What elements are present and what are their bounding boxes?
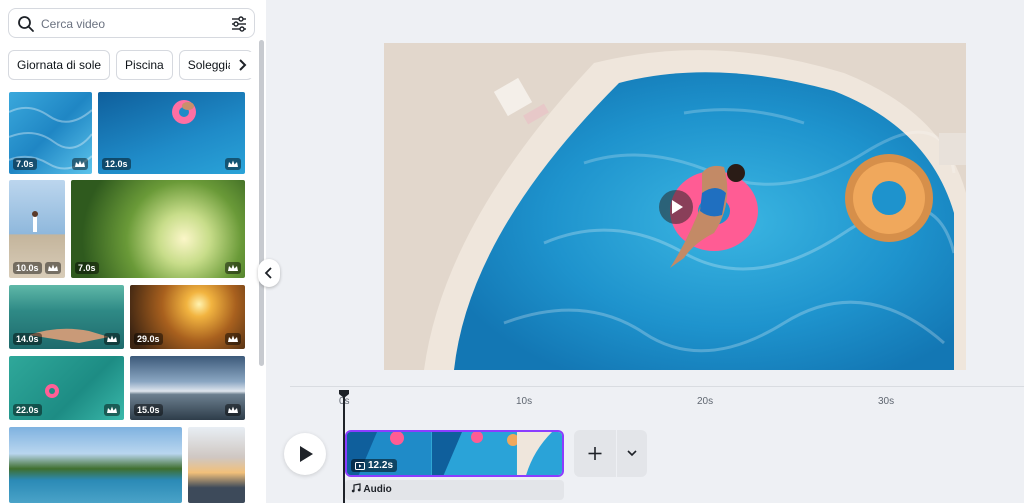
duration-badge: 14.0s <box>13 333 42 345</box>
duration-badge: 29.0s <box>134 333 163 345</box>
clip-duration-text: 12.2s <box>368 460 394 471</box>
collapse-panel-button[interactable] <box>258 259 280 287</box>
media-panel: Cerca video Giornata di sole Piscina Sol… <box>0 0 266 503</box>
duration-badge: 22.0s <box>13 404 42 416</box>
tick-label: 20s <box>697 396 714 407</box>
crown-icon <box>104 404 120 416</box>
tick-label: 30s <box>878 396 895 407</box>
video-thumbnail[interactable]: 10.0s <box>9 180 65 278</box>
chevron-left-icon <box>264 267 272 279</box>
crown-icon <box>225 333 241 345</box>
audio-track[interactable]: Audio <box>345 480 564 500</box>
plus-icon <box>588 447 602 460</box>
clip-duration-badge: 12.2s <box>351 459 398 472</box>
tick-label: 10s <box>516 396 533 407</box>
crown-icon <box>45 262 61 274</box>
video-thumbnail[interactable]: 22.0s <box>9 356 124 420</box>
play-icon <box>672 200 683 214</box>
video-thumbnail[interactable]: 7.0s <box>9 92 92 174</box>
search-bar[interactable]: Cerca video <box>8 8 255 38</box>
duration-badge: 15.0s <box>134 404 163 416</box>
chevron-right-icon[interactable] <box>230 52 256 78</box>
duration-badge: 7.0s <box>75 262 99 274</box>
add-options-button[interactable] <box>617 430 647 477</box>
crown-icon <box>225 262 241 274</box>
music-note-icon <box>351 483 361 493</box>
play-icon <box>300 446 313 462</box>
video-thumbnail[interactable]: 7.0s <box>71 180 245 278</box>
playhead[interactable] <box>343 392 345 503</box>
video-thumbnail[interactable]: 29.0s <box>130 285 245 349</box>
duration-badge: 7.0s <box>13 158 37 170</box>
play-button[interactable] <box>284 433 326 475</box>
video-thumbnail[interactable]: 14.0s <box>9 285 124 349</box>
video-clip[interactable]: 12.2s <box>345 430 564 477</box>
video-thumbnail[interactable]: 12.0s <box>98 92 245 174</box>
crown-icon <box>72 158 88 170</box>
preview-play-button[interactable] <box>659 190 693 224</box>
add-clip-button[interactable] <box>574 430 616 477</box>
chevron-down-icon <box>627 450 637 457</box>
crown-icon <box>225 158 241 170</box>
audio-label: Audio <box>363 484 392 495</box>
video-icon <box>355 461 365 470</box>
crown-icon <box>104 333 120 345</box>
crown-icon <box>225 404 241 416</box>
video-thumbnail[interactable]: 15.0s <box>130 356 245 420</box>
suggestion-chips: Giornata di sole Piscina Soleggiato <box>8 50 253 80</box>
search-input[interactable]: Cerca video <box>41 17 105 31</box>
video-thumbnail[interactable] <box>188 427 245 503</box>
video-thumbnail[interactable] <box>9 427 182 503</box>
timeline: 0s 10s 20s 30s 12.2s Audio <box>268 386 1024 503</box>
chip-piscina[interactable]: Piscina <box>116 50 173 80</box>
duration-badge: 10.0s <box>13 262 42 274</box>
duration-badge: 12.0s <box>102 158 131 170</box>
timeline-ruler <box>290 386 1024 387</box>
panel-scrollbar[interactable] <box>259 40 264 366</box>
chip-giornata-di-sole[interactable]: Giornata di sole <box>8 50 111 80</box>
filter-icon[interactable] <box>230 15 248 33</box>
search-icon <box>18 16 34 32</box>
